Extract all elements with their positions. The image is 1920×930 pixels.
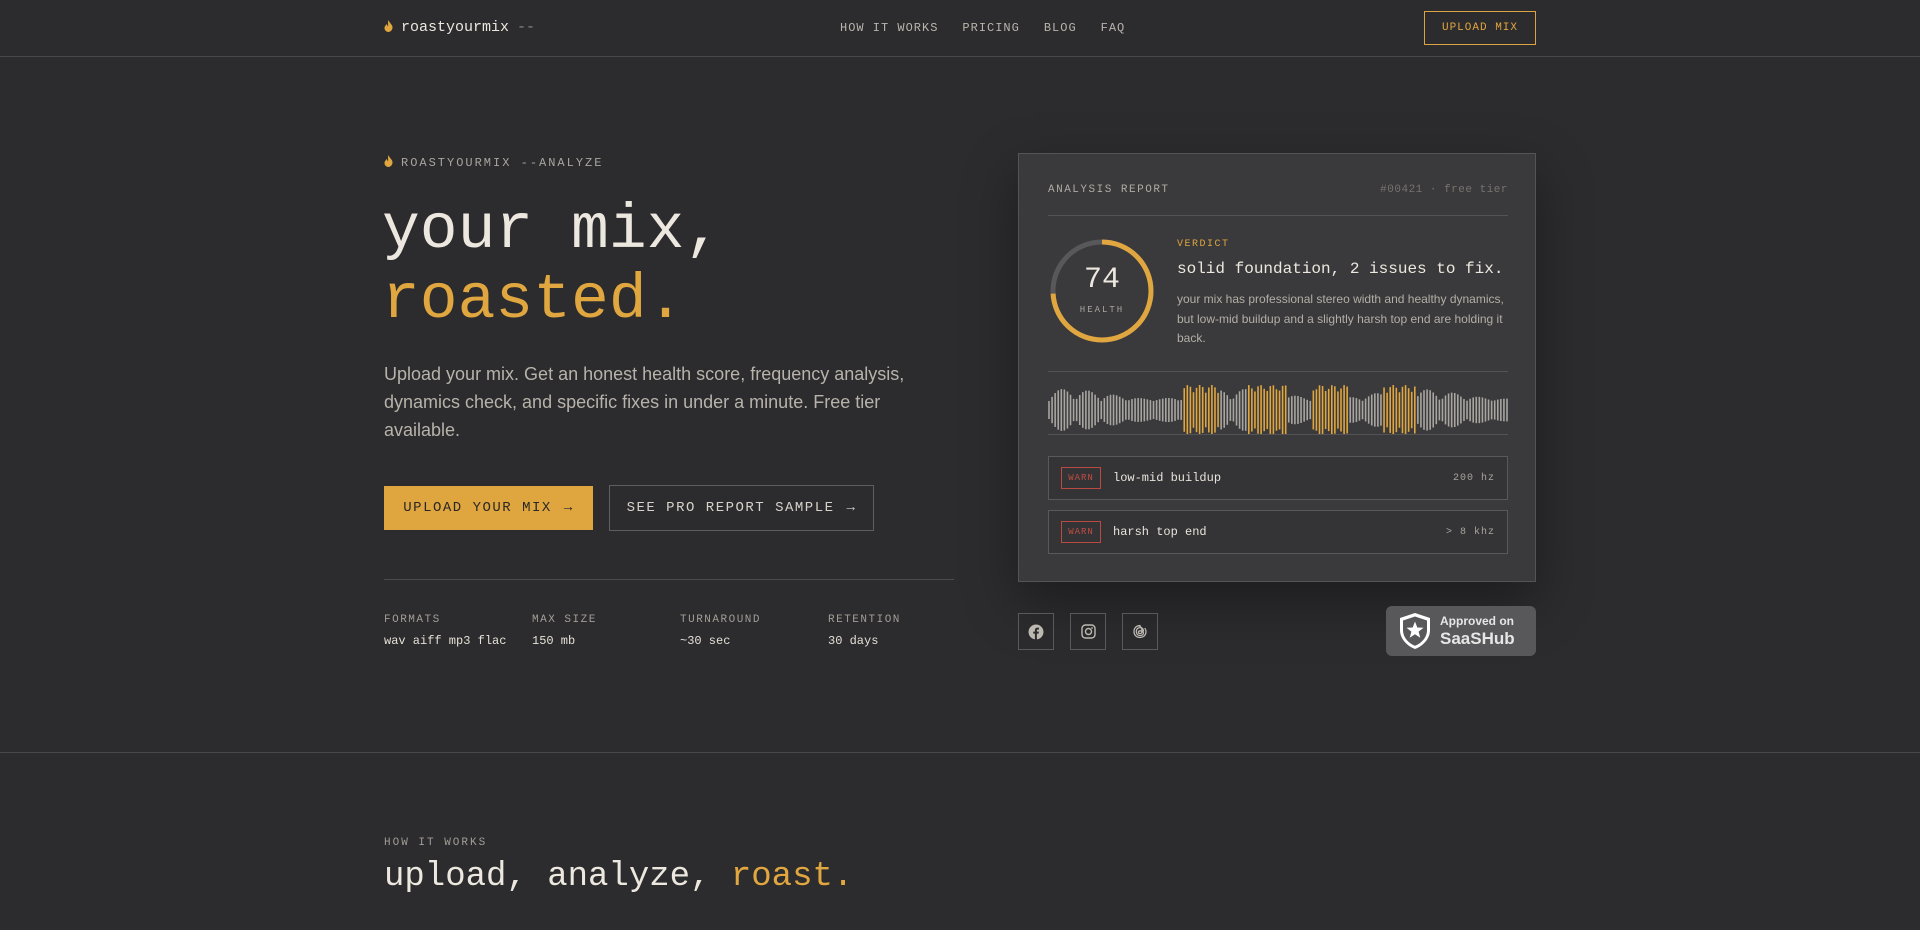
spec-value: 150 mb [532,634,576,648]
nav-link-faq[interactable]: FAQ [1101,21,1126,35]
nav-link-pricing[interactable]: PRICING [962,21,1019,35]
spec-label: TURNAROUND [680,614,762,626]
spec-max-size: MAX SIZE 150 mb [532,614,680,648]
hero-title-line1: your mix, [382,195,723,266]
issue-value: > 8 khz [1445,526,1495,538]
flame-icon [384,155,393,171]
analysis-report-card: ANALYSIS REPORT #00421 · free tier 74 HE… [1018,153,1536,582]
spec-formats: FORMATS wav aiff mp3 flac [384,614,532,648]
instagram-link[interactable] [1070,613,1106,650]
arrow-right-icon: → [846,500,857,516]
nav-link-how-it-works[interactable]: HOW IT WORKS [840,21,938,35]
divider [1048,371,1508,372]
instagram-icon [1080,624,1096,639]
nav-link-blog[interactable]: BLOG [1044,21,1077,35]
top-nav: roastyourmix -- HOW IT WORKS PRICING BLO… [0,0,1920,57]
threads-link[interactable] [1122,613,1158,650]
section-divider [0,752,1920,753]
how-it-works-title: upload, analyze, roast. [384,858,853,896]
spec-turnaround: TURNAROUND ~30 sec [680,614,828,648]
flame-icon [384,19,393,36]
logo[interactable]: roastyourmix -- [384,19,535,36]
spec-list: FORMATS wav aiff mp3 flac MAX SIZE 150 m… [384,614,976,648]
logo-cursor: -- [517,19,536,36]
hero-eyebrow: ROASTYOURMIX --ANALYZE [384,155,603,171]
see-pro-report-sample-button[interactable]: SEE PRO REPORT SAMPLE → [609,485,874,531]
hero-eyebrow-text: ROASTYOURMIX --ANALYZE [401,156,604,170]
nav-upload-mix-button[interactable]: UPLOAD MIX [1424,11,1536,45]
spec-label: RETENTION [828,614,901,626]
saashub-line1: Approved on [1440,613,1514,628]
health-score: 74 [1083,263,1120,297]
issue-name: harsh top end [1113,525,1207,539]
verdict-body: your mix has professional stereo width a… [1177,292,1504,345]
arrow-right-icon: → [563,500,574,516]
verdict-title: solid foundation, 2 issues to fix. [1177,260,1504,278]
hero-title-line2: roasted. [382,265,685,336]
health-label: HEALTH [1079,305,1125,315]
saashub-text: Approved on SaaSHub [1440,614,1515,649]
issue-row[interactable]: WARN harsh top end > 8 khz [1048,510,1508,554]
hero-divider [384,579,954,580]
facebook-icon [1028,624,1044,639]
issue-name: low-mid buildup [1113,471,1222,485]
spec-value: ~30 sec [680,634,731,648]
hero-title: your mix, roasted. [382,196,722,336]
warn-badge: WARN [1061,521,1101,543]
logo-text: roastyourmix [401,19,510,36]
spec-value: wav aiff mp3 flac [384,634,507,648]
verdict-label: VERDICT [1177,239,1230,250]
waveform [1048,385,1508,435]
report-meta: #00421 · free tier [1380,184,1508,196]
saashub-badge[interactable]: Approved on SaaSHub [1386,606,1536,656]
hero-description: Upload your mix. Get an honest health sc… [384,364,905,440]
threads-icon [1133,624,1147,639]
how-title-main: upload, analyze, [384,858,711,896]
how-it-works-eyebrow: HOW IT WORKS [384,837,488,849]
how-title-accent: roast. [730,858,854,896]
shield-star-icon [1400,613,1430,649]
nav-links: HOW IT WORKS PRICING BLOG FAQ [840,21,1125,35]
upload-your-mix-label: UPLOAD YOUR MIX [403,500,552,516]
upload-your-mix-button[interactable]: UPLOAD YOUR MIX → [384,486,593,530]
saashub-line2: SaaSHub [1440,628,1515,648]
issue-row[interactable]: WARN low-mid buildup 200 hz [1048,456,1508,500]
spec-value: 30 days [828,634,879,648]
spec-retention: RETENTION 30 days [828,614,976,648]
see-pro-report-label: SEE PRO REPORT SAMPLE [626,500,835,516]
report-title: ANALYSIS REPORT [1048,184,1170,196]
health-gauge: 74 HEALTH [1048,237,1156,345]
divider [1048,434,1508,435]
warn-badge: WARN [1061,467,1101,489]
issue-value: 200 hz [1452,472,1495,484]
spec-label: MAX SIZE [532,614,597,626]
report-header: ANALYSIS REPORT #00421 · free tier [1048,184,1508,196]
facebook-link[interactable] [1018,613,1054,650]
spec-label: FORMATS [384,614,441,626]
divider [1048,215,1508,216]
